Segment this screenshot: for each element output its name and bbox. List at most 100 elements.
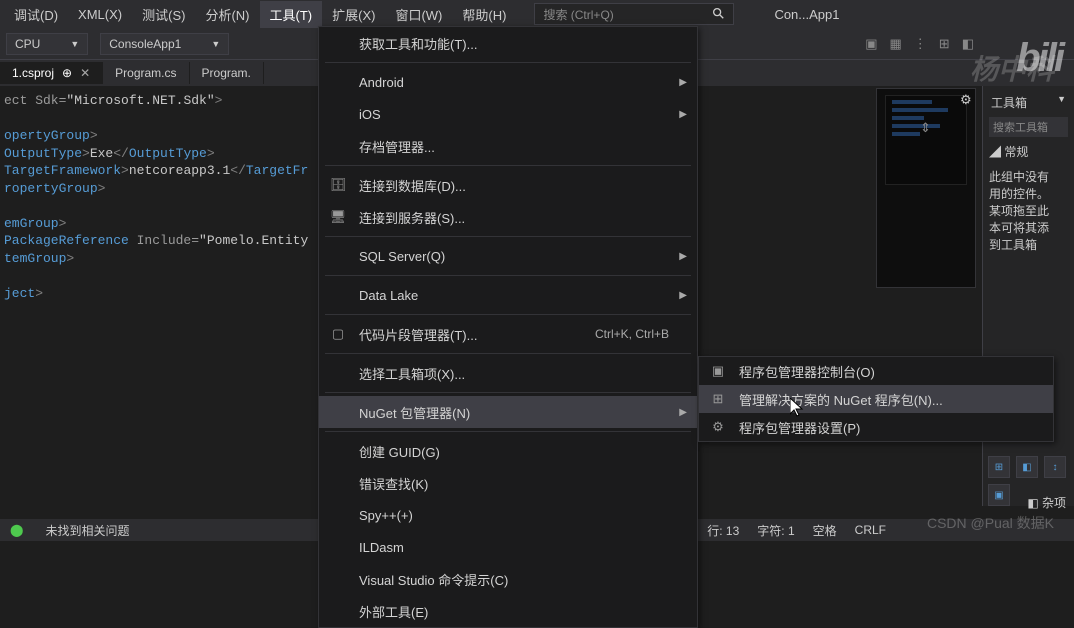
- search-icon: [711, 6, 725, 23]
- gear-icon[interactable]: ⚙: [960, 92, 972, 108]
- submenu-pm-settings[interactable]: ⚙程序包管理器设置(P): [699, 413, 1053, 441]
- menu-analyze[interactable]: 分析(N): [195, 1, 259, 28]
- menu-snippet-manager[interactable]: ▢代码片段管理器(T)...Ctrl+K, Ctrl+B: [319, 318, 697, 350]
- database-icon: 🗄: [329, 177, 347, 193]
- toolbox-group-general[interactable]: ◢ 常规: [989, 143, 1068, 160]
- nuget-submenu: ▣程序包管理器控制台(O) ⊞管理解决方案的 NuGet 程序包(N)... ⚙…: [698, 356, 1054, 442]
- menu-connect-db[interactable]: 🗄连接到数据库(D)...: [319, 169, 697, 201]
- toolbox-title: 工具箱: [991, 94, 1027, 111]
- menu-tools[interactable]: 工具(T): [260, 1, 323, 28]
- global-search[interactable]: 搜索 (Ctrl+Q): [534, 3, 734, 25]
- submenu-manage-nuget[interactable]: ⊞管理解决方案的 NuGet 程序包(N)...: [699, 385, 1053, 413]
- chevron-right-icon: ▶: [679, 109, 687, 120]
- watermark-bili: bili: [1016, 36, 1062, 81]
- toolbar-icon-group: ▣ ▦ ⋮ ⊞ ◧: [865, 36, 974, 52]
- submenu-pm-console[interactable]: ▣程序包管理器控制台(O): [699, 357, 1053, 385]
- toolbar-icon[interactable]: ▦: [890, 36, 902, 52]
- document-outline[interactable]: [876, 88, 976, 288]
- menu-external-tools[interactable]: 外部工具(E): [319, 595, 697, 627]
- chevron-right-icon: ▶: [679, 251, 687, 262]
- menu-nuget[interactable]: NuGet 包管理器(N)▶: [319, 396, 697, 428]
- menu-ios[interactable]: iOS▶: [319, 98, 697, 130]
- toolbox-panel: 工具箱 ▼ 搜索工具箱 ◢ 常规 此组中没有 用的控件。 某项拖至此 本可将其添…: [982, 86, 1074, 506]
- close-icon[interactable]: ✕: [80, 66, 90, 80]
- tab-program-cs[interactable]: Program.cs: [103, 62, 189, 84]
- chevron-right-icon: ▶: [679, 77, 687, 88]
- menu-choose-toolbox[interactable]: 选择工具箱项(X)...: [319, 357, 697, 389]
- app-title: Con...App1: [774, 7, 839, 22]
- search-placeholder: 搜索 (Ctrl+Q): [543, 6, 613, 23]
- menu-android[interactable]: Android▶: [319, 66, 697, 98]
- menu-test[interactable]: 测试(S): [132, 1, 195, 28]
- tab-label: Program.: [202, 66, 251, 80]
- menu-extensions[interactable]: 扩展(X): [322, 1, 385, 28]
- menu-debug[interactable]: 调试(D): [4, 1, 68, 28]
- gear-icon: ⚙: [709, 419, 727, 435]
- watermark-csdn: CSDN @Pual 数据K: [927, 513, 1054, 533]
- status-line[interactable]: 行: 13: [707, 522, 739, 539]
- chevron-right-icon: ▶: [679, 290, 687, 301]
- menu-archive-manager[interactable]: 存档管理器...: [319, 130, 697, 162]
- code-editor[interactable]: ect Sdk="Microsoft.NET.Sdk"> opertyGroup…: [0, 86, 320, 506]
- menu-separator: [325, 431, 691, 432]
- tab-csproj[interactable]: 1.csproj ⊕ ✕: [0, 62, 103, 84]
- dock-icon[interactable]: ▣: [988, 484, 1010, 506]
- toolbox-title-bar: 工具箱 ▼: [989, 92, 1068, 113]
- project-dropdown[interactable]: ConsoleApp1 ▼: [100, 33, 229, 55]
- project-label: ConsoleApp1: [109, 37, 181, 51]
- tools-dropdown-menu: 获取工具和功能(T)... Android▶ iOS▶ 存档管理器... 🗄连接…: [318, 26, 698, 628]
- toolbox-search[interactable]: 搜索工具箱: [989, 117, 1068, 137]
- menu-spy[interactable]: Spy++(+): [319, 499, 697, 531]
- menu-create-guid[interactable]: 创建 GUID(G): [319, 435, 697, 467]
- status-crlf[interactable]: CRLF: [855, 523, 886, 537]
- menu-separator: [325, 62, 691, 63]
- menu-ildasm[interactable]: ILDasm: [319, 531, 697, 563]
- menu-connect-server[interactable]: 🖥连接到服务器(S)...: [319, 201, 697, 233]
- status-ok-icon: ⬤: [10, 523, 23, 537]
- menu-separator: [325, 314, 691, 315]
- chevron-down-icon: ▼: [70, 39, 79, 49]
- menu-separator: [325, 165, 691, 166]
- menu-separator: [325, 236, 691, 237]
- dock-icon[interactable]: ↕: [1044, 456, 1066, 478]
- package-icon: ⊞: [709, 391, 727, 407]
- server-icon: 🖥: [329, 209, 347, 225]
- menu-separator: [325, 353, 691, 354]
- menu-window[interactable]: 窗口(W): [385, 1, 452, 28]
- status-issues: 未找到相关问题: [45, 522, 129, 539]
- menu-separator: [325, 392, 691, 393]
- dock-icon[interactable]: ⊞: [988, 456, 1010, 478]
- toolbox-help-text: 此组中没有 用的控件。 某项拖至此 本可将其添 到工具箱: [989, 168, 1068, 253]
- menu-sql-server[interactable]: SQL Server(Q)▶: [319, 240, 697, 272]
- tab-label: Program.cs: [115, 66, 176, 80]
- chevron-down-icon: ▼: [211, 39, 220, 49]
- menubar: 调试(D) XML(X) 测试(S) 分析(N) 工具(T) 扩展(X) 窗口(…: [0, 0, 1074, 28]
- menu-get-tools[interactable]: 获取工具和功能(T)...: [319, 27, 697, 59]
- shortcut-label: Ctrl+K, Ctrl+B: [595, 327, 669, 341]
- misc-label: ◧ 杂项: [1027, 494, 1066, 511]
- status-space[interactable]: 空格: [813, 522, 837, 539]
- console-icon: ▣: [709, 363, 727, 379]
- menu-data-lake[interactable]: Data Lake▶: [319, 279, 697, 311]
- toolbar-icon[interactable]: ⋮: [914, 36, 927, 52]
- outline-block: [885, 95, 967, 185]
- toolbar-icon[interactable]: ⊞: [939, 36, 950, 52]
- menu-vs-cmd[interactable]: Visual Studio 命令提示(C): [319, 563, 697, 595]
- toolbar-icon[interactable]: ▣: [865, 36, 877, 52]
- cpu-dropdown[interactable]: CPU ▼: [6, 33, 88, 55]
- cpu-label: CPU: [15, 37, 40, 51]
- menu-xml[interactable]: XML(X): [68, 3, 132, 26]
- menu-error-lookup[interactable]: 错误查找(K): [319, 467, 697, 499]
- dock-icon[interactable]: ◧: [1016, 456, 1038, 478]
- snippet-icon: ▢: [329, 326, 347, 342]
- chevron-down-icon[interactable]: ▼: [1057, 94, 1066, 111]
- tab-program[interactable]: Program.: [190, 62, 264, 84]
- tab-label: 1.csproj: [12, 66, 54, 80]
- pin-icon[interactable]: ⊕: [62, 66, 72, 80]
- menu-separator: [325, 275, 691, 276]
- status-chars[interactable]: 字符: 1: [757, 522, 794, 539]
- mouse-cursor-icon: [790, 398, 806, 423]
- pin-handle-icon[interactable]: ⇕: [920, 120, 931, 136]
- menu-help[interactable]: 帮助(H): [452, 1, 516, 28]
- chevron-right-icon: ▶: [679, 407, 687, 418]
